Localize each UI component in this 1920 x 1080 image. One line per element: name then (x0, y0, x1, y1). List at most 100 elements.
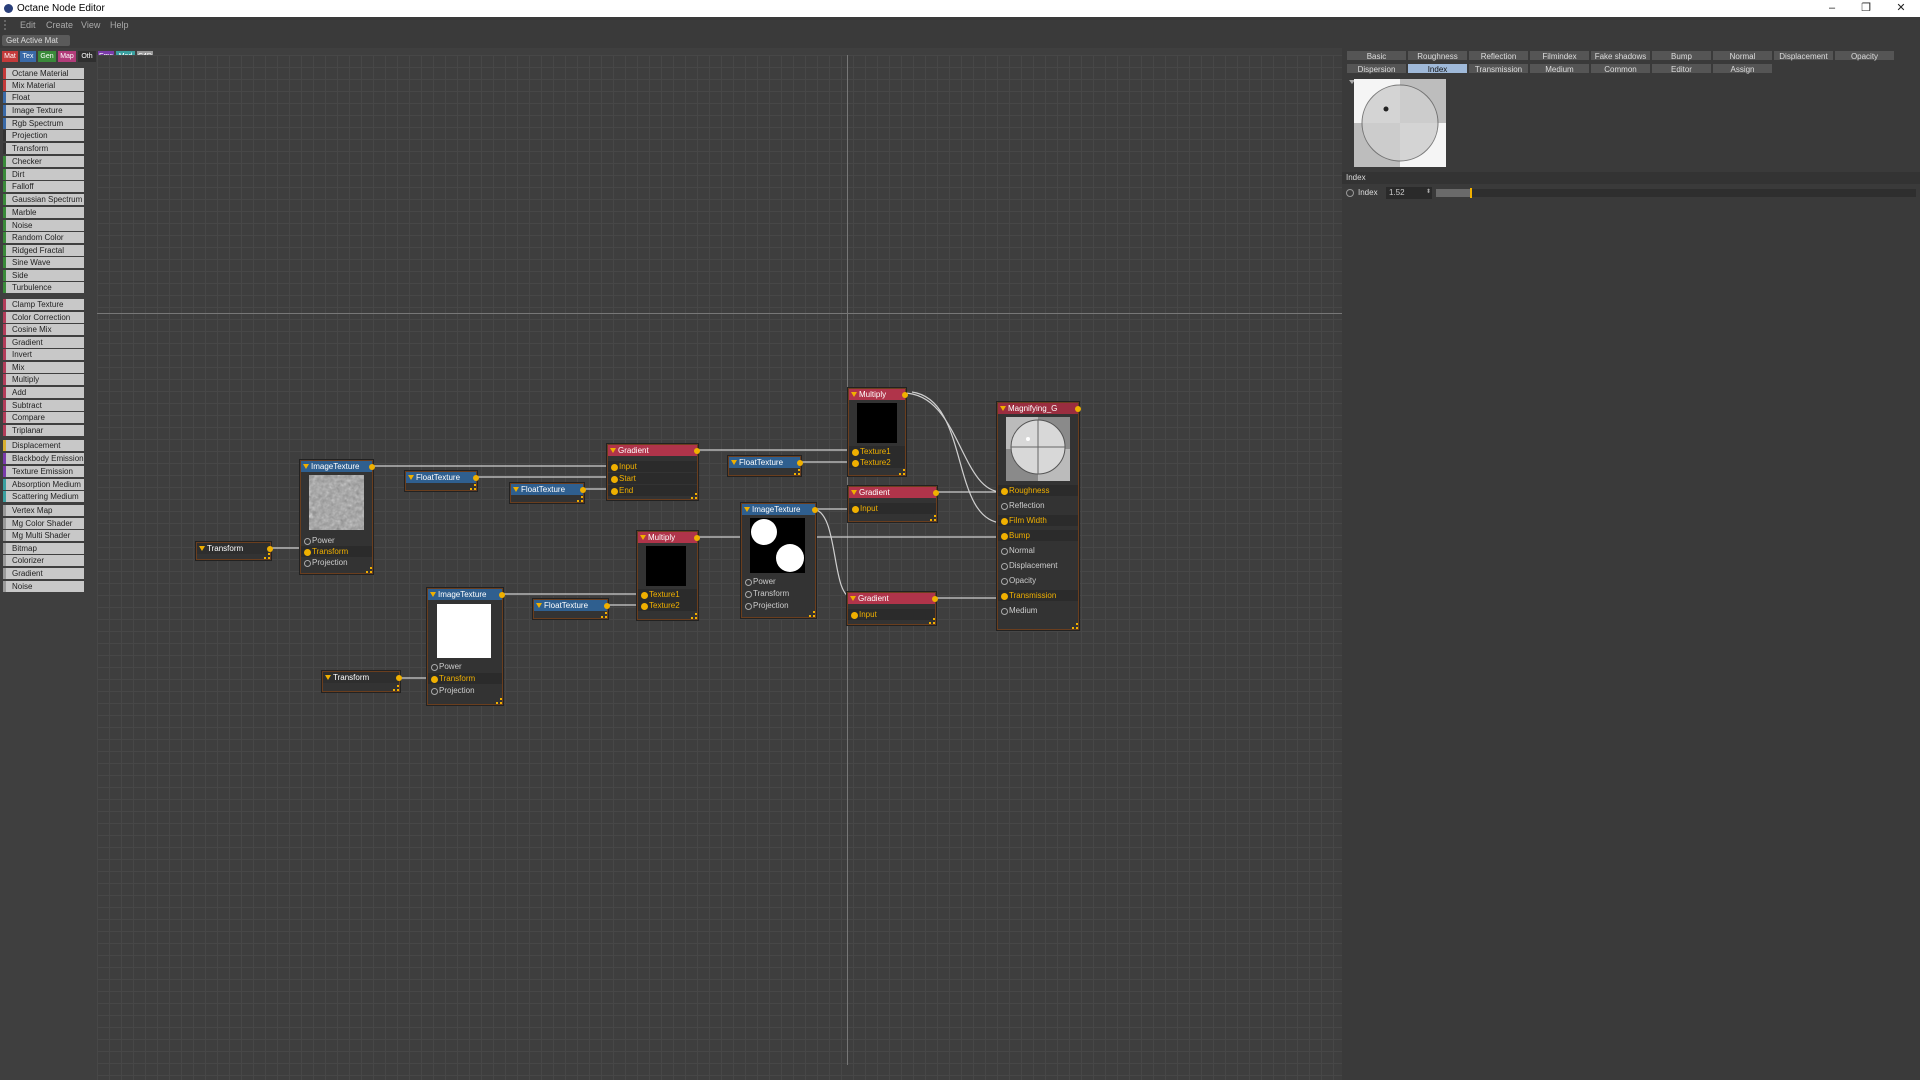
port-input[interactable]: Input (608, 461, 697, 472)
node-list-item[interactable]: Gaussian Spectrum (3, 194, 84, 205)
node-list-item[interactable]: Float (3, 92, 84, 103)
node-list-item[interactable]: Cosine Mix (3, 324, 84, 335)
minimize-button[interactable]: – (1817, 1, 1847, 15)
node-list-item[interactable]: Side (3, 270, 84, 281)
node-imagetexture-1[interactable]: ImageTexture Power Transform Projection (300, 460, 375, 574)
node-transform-2[interactable]: Transform (322, 671, 402, 692)
node-list-item[interactable]: Rgb Spectrum (3, 118, 84, 129)
port-opacity[interactable]: Opacity (998, 575, 1078, 586)
port-bump[interactable]: Bump (998, 530, 1078, 541)
resize-handle[interactable] (794, 469, 800, 475)
tab-displacement[interactable]: Displacement (1773, 50, 1834, 61)
resize-handle[interactable] (899, 469, 905, 475)
node-list-item[interactable]: Gradient (3, 337, 84, 348)
port-texture1[interactable]: Texture1 (638, 589, 697, 600)
tab-roughness[interactable]: Roughness (1407, 50, 1468, 61)
resize-handle[interactable] (393, 685, 399, 691)
get-active-mat-button[interactable]: Get Active Mat (2, 35, 70, 46)
port-projection[interactable]: Projection (428, 685, 502, 696)
resize-handle[interactable] (264, 553, 270, 559)
node-multiply-2[interactable]: Multiply Texture1 Texture2 (637, 531, 700, 620)
port-projection[interactable]: Projection (301, 557, 372, 568)
port-input[interactable]: Input (849, 503, 936, 514)
node-list-item[interactable]: Noise (3, 581, 84, 592)
output-socket[interactable] (797, 460, 803, 466)
output-socket[interactable] (604, 603, 610, 609)
tab-dispersion[interactable]: Dispersion (1346, 63, 1407, 74)
port-medium[interactable]: Medium (998, 605, 1078, 616)
node-list-item[interactable]: Image Texture (3, 105, 84, 116)
output-socket[interactable] (396, 675, 402, 681)
node-list-item[interactable]: Triplanar (3, 425, 84, 436)
node-list-item[interactable]: Compare (3, 412, 84, 423)
node-transform-1[interactable]: Transform (196, 542, 273, 560)
resize-handle[interactable] (470, 484, 476, 490)
port-transmission[interactable]: Transmission (998, 590, 1078, 601)
menu-create[interactable]: Create (46, 20, 73, 30)
tab-opacity[interactable]: Opacity (1834, 50, 1895, 61)
output-socket[interactable] (933, 490, 939, 496)
output-socket[interactable] (267, 546, 273, 552)
port-power[interactable]: Power (742, 576, 815, 587)
node-list-item[interactable]: Colorizer (3, 555, 84, 566)
resize-handle[interactable] (601, 612, 607, 618)
output-socket[interactable] (473, 475, 479, 481)
spinner-icon[interactable]: ⬍ (1426, 188, 1431, 195)
node-list-item[interactable]: Turbulence (3, 282, 84, 293)
maximize-button[interactable]: ❐ (1851, 1, 1881, 15)
tab-common[interactable]: Common (1590, 63, 1651, 74)
port-reflection[interactable]: Reflection (998, 500, 1078, 511)
node-list-item[interactable]: Blackbody Emission (3, 453, 84, 464)
tab-normal[interactable]: Normal (1712, 50, 1773, 61)
tab-editor[interactable]: Editor (1651, 63, 1712, 74)
node-list-item[interactable]: Dirt (3, 169, 84, 180)
port-texture2[interactable]: Texture2 (638, 600, 697, 611)
node-list-item[interactable]: Multiply (3, 374, 84, 385)
node-list-item[interactable]: Displacement (3, 440, 84, 451)
resize-handle[interactable] (929, 618, 935, 624)
node-list-item[interactable]: Mix (3, 362, 84, 373)
category-tab-mat[interactable]: Mat (2, 51, 18, 62)
port-transform[interactable]: Transform (301, 546, 372, 557)
node-list-item[interactable]: Noise (3, 220, 84, 231)
port-film-width[interactable]: Film Width (998, 515, 1078, 526)
tab-bump[interactable]: Bump (1651, 50, 1712, 61)
node-list-item[interactable]: Mg Multi Shader (3, 530, 84, 541)
port-power[interactable]: Power (301, 535, 372, 546)
output-socket[interactable] (694, 535, 700, 541)
node-list-item[interactable]: Add (3, 387, 84, 398)
output-socket[interactable] (580, 487, 586, 493)
node-list-item[interactable]: Random Color (3, 232, 84, 243)
output-socket[interactable] (694, 448, 700, 454)
port-input[interactable]: Input (848, 609, 935, 620)
node-floattexture-1[interactable]: FloatTexture (405, 471, 479, 491)
tab-assign[interactable]: Assign (1712, 63, 1773, 74)
port-normal[interactable]: Normal (998, 545, 1078, 556)
resize-handle[interactable] (809, 611, 815, 617)
category-tab-tex[interactable]: Tex (20, 51, 36, 62)
port-start[interactable]: Start (608, 473, 697, 484)
node-list-item[interactable]: Mg Color Shader (3, 518, 84, 529)
menu-edit[interactable]: Edit (20, 20, 36, 30)
resize-handle[interactable] (691, 493, 697, 499)
tab-index[interactable]: Index (1407, 63, 1468, 74)
node-list-item[interactable]: Texture Emission (3, 466, 84, 477)
node-list-item[interactable]: Scattering Medium (3, 491, 84, 502)
output-socket[interactable] (369, 464, 375, 470)
node-floattexture-3[interactable]: FloatTexture (728, 456, 803, 476)
node-list-item[interactable]: Subtract (3, 400, 84, 411)
port-end[interactable]: End (608, 485, 697, 496)
node-list-item[interactable]: Marble (3, 207, 84, 218)
node-floattexture-2[interactable]: FloatTexture (510, 483, 586, 503)
tab-transmission[interactable]: Transmission (1468, 63, 1529, 74)
resize-handle[interactable] (366, 567, 372, 573)
node-list-item[interactable]: Projection (3, 130, 84, 141)
node-list-item[interactable]: Clamp Texture (3, 299, 84, 310)
category-tab-oth[interactable]: Oth (78, 51, 96, 62)
output-socket[interactable] (932, 596, 938, 602)
category-tab-map[interactable]: Map (58, 51, 76, 62)
tab-medium[interactable]: Medium (1529, 63, 1590, 74)
menu-help[interactable]: Help (110, 20, 129, 30)
close-button[interactable]: ✕ (1886, 1, 1916, 15)
node-gradient-1[interactable]: Gradient Input Start End (607, 444, 700, 500)
